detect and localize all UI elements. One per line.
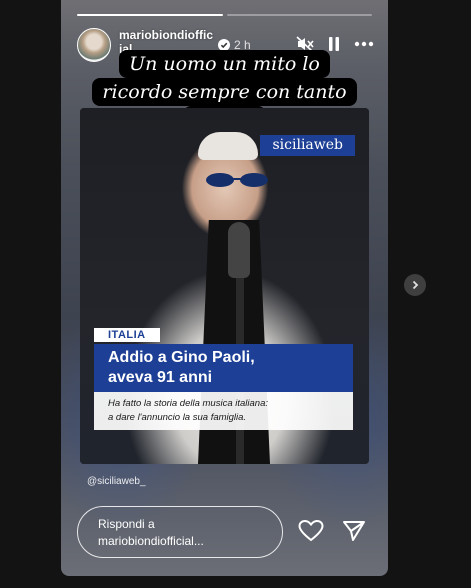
progress-segment bbox=[77, 14, 223, 16]
progress-segment bbox=[226, 14, 372, 16]
pause-icon[interactable] bbox=[328, 37, 340, 51]
shared-post-card[interactable]: siciliaweb ITALIA Addio a Gino Paoli, av… bbox=[80, 108, 369, 464]
headline-line: aveva 91 anni bbox=[108, 369, 213, 386]
caption-line: Un uomo un mito lo bbox=[119, 50, 330, 78]
category-tag: ITALIA bbox=[94, 328, 160, 342]
photo-glasses bbox=[206, 173, 268, 187]
brand-label: siciliaweb bbox=[260, 135, 355, 156]
send-icon[interactable] bbox=[342, 520, 366, 542]
photo-hair bbox=[198, 132, 258, 160]
reply-placeholder: Rispondi a bbox=[98, 517, 155, 531]
story-progress bbox=[77, 14, 372, 16]
mention-link[interactable]: @siciliaweb_ bbox=[87, 476, 146, 487]
next-story-button[interactable] bbox=[404, 274, 426, 296]
story-viewer[interactable]: mariobiondiofficial 2 h Un uomo un mito … bbox=[61, 0, 388, 576]
reply-input[interactable]: Rispondi a mariobiondiofficial... bbox=[77, 506, 283, 558]
chevron-right-icon bbox=[412, 280, 419, 290]
subhead-line: a dare l'annuncio la sua famiglia. bbox=[108, 412, 247, 423]
headline-line: Addio a Gino Paoli, bbox=[108, 349, 255, 366]
more-icon[interactable] bbox=[354, 41, 374, 47]
heart-icon[interactable] bbox=[298, 520, 324, 542]
photo-microphone bbox=[228, 222, 250, 278]
headline: Addio a Gino Paoli, aveva 91 anni bbox=[94, 344, 353, 392]
reply-placeholder: mariobiondiofficial... bbox=[98, 534, 204, 548]
subhead-line: Ha fatto la storia della musica italiana… bbox=[108, 398, 268, 409]
caption-line: ricordo sempre con tanto bbox=[92, 78, 357, 106]
subheadline: Ha fatto la storia della musica italiana… bbox=[94, 392, 353, 430]
